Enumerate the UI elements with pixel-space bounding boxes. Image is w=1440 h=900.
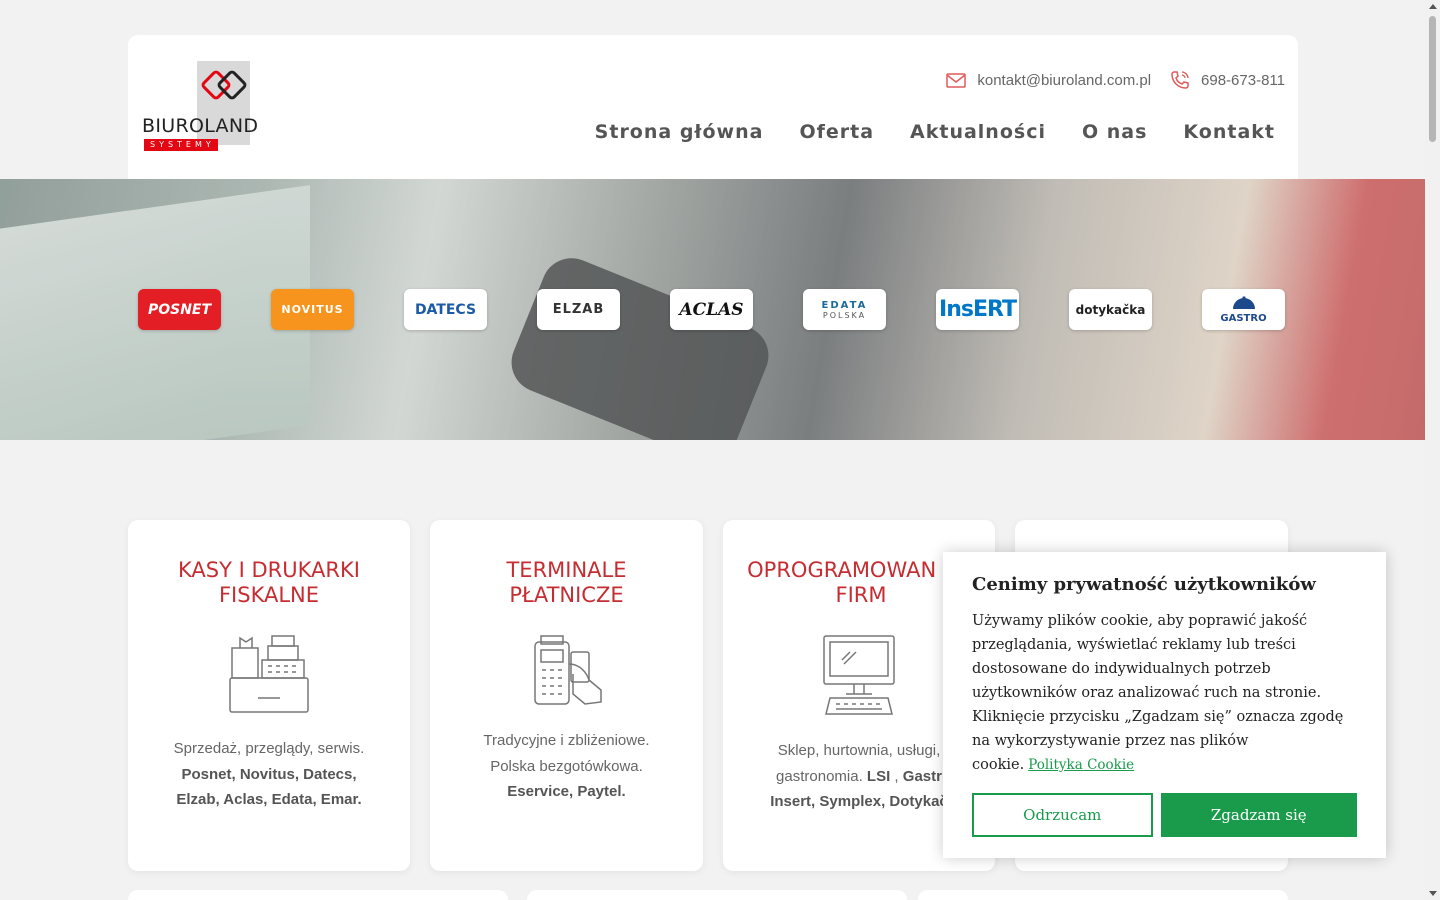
- cloche-icon: [1231, 295, 1257, 313]
- cookie-consent-dialog: Cenimy prywatność użytkowników Używamy p…: [943, 552, 1386, 858]
- card-payment-terminals[interactable]: TERMINALE PŁATNICZE Tradycyjne i zbliżen…: [430, 520, 703, 871]
- hero-banner: POSNET NOVITUS DATECS ELZAB ACLAS EDATA …: [0, 179, 1425, 440]
- brand-edata-label: EDATA: [821, 299, 868, 311]
- phone-text: 698-673-811: [1201, 71, 1285, 89]
- nav-offer[interactable]: Oferta: [799, 121, 874, 143]
- card-row2-1: [128, 890, 508, 900]
- brand-aclas-label: ACLAS: [679, 299, 744, 320]
- card-text: Tradycyjne i zbliżeniowe. Polska bezgotó…: [483, 732, 650, 800]
- phone-icon: [1169, 69, 1191, 91]
- brand-novitus[interactable]: NOVITUS: [271, 289, 354, 330]
- phone-link[interactable]: 698-673-811: [1169, 69, 1285, 91]
- card-cash-registers[interactable]: KASY I DRUKARKI FISKALNE Sprzedaż, przeg…: [128, 520, 410, 871]
- scroll-up-icon[interactable]: [1429, 4, 1437, 9]
- main-nav: Strona główna Oferta Aktualności O nas K…: [559, 121, 1275, 143]
- brand-edata[interactable]: EDATA POLSKA: [803, 289, 886, 330]
- email-link[interactable]: kontakt@biuroland.com.pl: [945, 69, 1151, 91]
- contact-bar: kontakt@biuroland.com.pl 698-673-811: [927, 69, 1285, 91]
- card-row2-2: [527, 890, 907, 900]
- accept-button[interactable]: Zgadzam się: [1160, 793, 1357, 837]
- logo-sub: SYSTEMY: [144, 139, 218, 151]
- cookie-title: Cenimy prywatność użytkowników: [972, 574, 1316, 595]
- brand-gastro[interactable]: GASTRO: [1202, 289, 1285, 330]
- brand-posnet[interactable]: POSNET: [138, 289, 221, 330]
- brand-insert[interactable]: InsERT: [936, 289, 1019, 330]
- scrollbar[interactable]: [1425, 0, 1440, 900]
- site-header: BIUROLAND SYSTEMY kontakt@biuroland.com.…: [128, 35, 1298, 180]
- cookie-buttons: Odrzucam Zgadzam się: [972, 793, 1357, 837]
- brand-edata-sub: POLSKA: [822, 310, 867, 320]
- brand-elzab[interactable]: ELZAB: [537, 289, 620, 330]
- nav-about[interactable]: O nas: [1082, 121, 1147, 143]
- brand-aclas[interactable]: ACLAS: [670, 289, 753, 330]
- computer-icon: [823, 635, 895, 715]
- card-text: Sprzedaż, przeglądy, serwis. Posnet, Nov…: [173, 740, 365, 808]
- nav-home[interactable]: Strona główna: [595, 121, 764, 143]
- nav-news[interactable]: Aktualności: [910, 121, 1046, 143]
- brand-dotykacka[interactable]: dotykačka: [1069, 289, 1152, 330]
- cash-register-icon: [229, 635, 309, 713]
- nav-contact[interactable]: Kontakt: [1183, 121, 1275, 143]
- logo-name: BIUROLAND: [142, 115, 259, 137]
- mail-icon: [945, 69, 967, 91]
- payment-terminal-icon: [533, 635, 602, 705]
- card-title: TERMINALE PŁATNICZE: [506, 558, 627, 607]
- email-text: kontakt@biuroland.com.pl: [977, 71, 1152, 89]
- brand-logos: POSNET NOVITUS DATECS ELZAB ACLAS EDATA …: [138, 289, 1285, 330]
- scrollbar-thumb[interactable]: [1429, 16, 1436, 142]
- card-title: KASY I DRUKARKI FISKALNE: [178, 558, 360, 607]
- logo[interactable]: BIUROLAND SYSTEMY: [142, 61, 264, 153]
- scroll-down-icon[interactable]: [1429, 891, 1437, 896]
- cookie-policy-link[interactable]: Polityka Cookie: [1028, 757, 1134, 773]
- brand-datecs[interactable]: DATECS: [404, 289, 487, 330]
- brand-gastro-label: GASTRO: [1220, 312, 1267, 324]
- reject-button[interactable]: Odrzucam: [972, 793, 1153, 837]
- card-row2-3: [918, 890, 1288, 900]
- cookie-text: Używamy plików cookie, aby poprawić jako…: [972, 613, 1344, 773]
